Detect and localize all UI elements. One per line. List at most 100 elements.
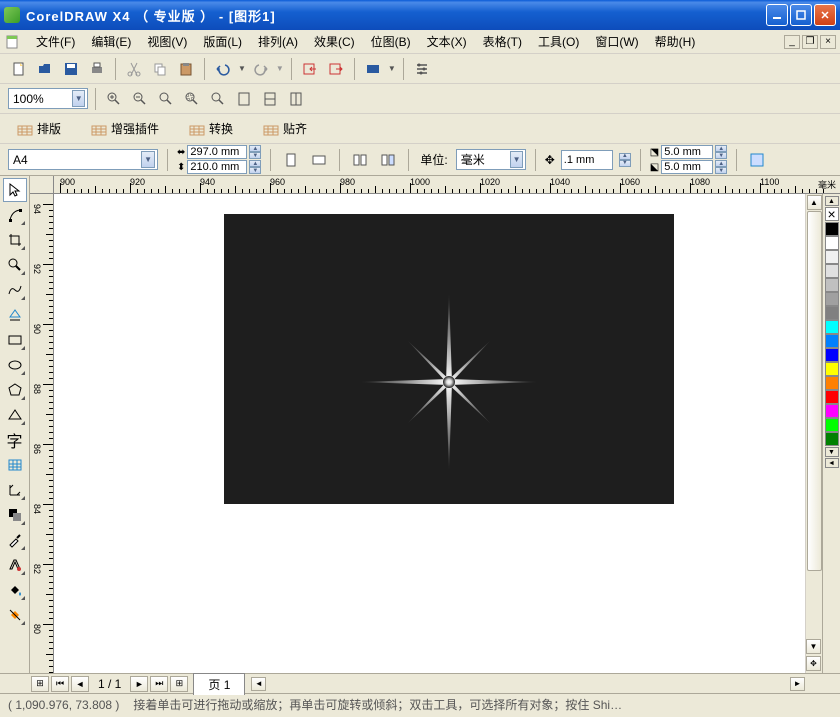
paste-button[interactable] [175, 58, 197, 80]
basic-shapes-tool[interactable] [3, 403, 27, 427]
ruler-origin[interactable] [30, 176, 54, 194]
spin-up[interactable]: ▲ [715, 160, 727, 167]
color-swatch[interactable] [825, 292, 839, 306]
color-swatch[interactable] [825, 306, 839, 320]
undo-button[interactable] [212, 58, 234, 80]
pagesize-combo[interactable]: ▼ [8, 149, 158, 170]
color-swatch[interactable] [825, 390, 839, 404]
export-button[interactable] [325, 58, 347, 80]
color-swatch[interactable] [825, 404, 839, 418]
color-swatch[interactable] [825, 348, 839, 362]
spin-down[interactable]: ▼ [249, 167, 261, 174]
menu-item[interactable]: 版面(L) [195, 31, 250, 52]
outline-tool[interactable] [3, 553, 27, 577]
options-icon[interactable] [746, 149, 768, 171]
ruler-horizontal[interactable]: 毫米 9009209409609801000102010401060108011… [54, 176, 840, 194]
mdi-minimize-button[interactable]: _ [784, 35, 800, 49]
nudge-input[interactable] [561, 150, 613, 170]
page-tab[interactable]: 页 1 [193, 673, 245, 695]
zoom-width-button[interactable] [259, 88, 281, 110]
color-swatch[interactable] [825, 320, 839, 334]
plugin-button[interactable]: 排版 [8, 117, 70, 140]
freehand-tool[interactable] [3, 278, 27, 302]
copy-button[interactable] [149, 58, 171, 80]
import-button[interactable] [299, 58, 321, 80]
zoom-selection-button[interactable] [181, 88, 203, 110]
current-page-button[interactable] [377, 149, 399, 171]
vertical-scrollbar[interactable]: ▲ ▼ ✥ [805, 194, 822, 673]
close-button[interactable] [814, 4, 836, 26]
interactive-fill-tool[interactable] [3, 603, 27, 627]
zoom-fit-button[interactable] [207, 88, 229, 110]
menu-item[interactable]: 效果(C) [306, 31, 363, 52]
table-tool[interactable] [3, 453, 27, 477]
color-swatch[interactable] [825, 362, 839, 376]
spin-up[interactable]: ▲ [249, 145, 261, 152]
mdi-restore-button[interactable]: ❐ [802, 35, 818, 49]
drawing-object[interactable] [224, 214, 674, 504]
ellipse-tool[interactable] [3, 353, 27, 377]
landscape-button[interactable] [308, 149, 330, 171]
all-pages-button[interactable] [349, 149, 371, 171]
open-button[interactable] [34, 58, 56, 80]
first-page-button[interactable]: ⏮ [51, 676, 69, 692]
menu-item[interactable]: 表格(T) [475, 31, 530, 52]
star-flare-object[interactable] [339, 272, 559, 492]
spin-up[interactable]: ▲ [715, 145, 727, 152]
mdi-close-button[interactable]: × [820, 35, 836, 49]
page-width-input[interactable] [187, 145, 247, 159]
plugin-button[interactable]: 增强插件 [82, 117, 168, 140]
next-page-button[interactable]: ► [130, 676, 148, 692]
interactive-tool[interactable] [3, 503, 27, 527]
scroll-right-button[interactable]: ► [790, 677, 805, 691]
pick-tool[interactable] [3, 178, 27, 202]
color-swatch[interactable] [825, 418, 839, 432]
page-height-input[interactable] [187, 160, 247, 174]
color-swatch[interactable] [825, 250, 839, 264]
menu-item[interactable]: 排列(A) [250, 31, 306, 52]
crop-tool[interactable] [3, 228, 27, 252]
menu-item[interactable]: 编辑(E) [83, 31, 139, 52]
smart-drawing-tool[interactable] [3, 303, 27, 327]
text-tool[interactable]: 字 [3, 428, 27, 452]
menu-item[interactable]: 帮助(H) [647, 31, 704, 52]
menu-item[interactable]: 文本(X) [419, 31, 475, 52]
print-button[interactable] [86, 58, 108, 80]
spin-up[interactable]: ▲ [249, 160, 261, 167]
eyedropper-tool[interactable] [3, 528, 27, 552]
zoom-onetoone-button[interactable] [155, 88, 177, 110]
color-swatch[interactable] [825, 334, 839, 348]
maximize-button[interactable] [790, 4, 812, 26]
menu-item[interactable]: 工具(O) [530, 31, 587, 52]
pan-button[interactable]: ✥ [806, 656, 821, 671]
add-page-button[interactable]: ⊞ [31, 676, 49, 692]
canvas[interactable] [54, 194, 805, 673]
dupx-input[interactable] [661, 145, 713, 159]
fill-tool[interactable] [3, 578, 27, 602]
no-fill-swatch[interactable] [825, 207, 839, 221]
spin-down[interactable]: ▼ [715, 152, 727, 159]
plugin-button[interactable]: 转换 [180, 117, 242, 140]
menu-item[interactable]: 位图(B) [363, 31, 419, 52]
zoom-height-button[interactable] [285, 88, 307, 110]
minimize-button[interactable] [766, 4, 788, 26]
zoom-out-button[interactable] [129, 88, 151, 110]
spin-down[interactable]: ▼ [619, 160, 631, 167]
color-swatch[interactable] [825, 264, 839, 278]
color-swatch[interactable] [825, 222, 839, 236]
new-button[interactable] [8, 58, 30, 80]
plugin-button[interactable]: 贴齐 [254, 117, 316, 140]
spin-down[interactable]: ▼ [715, 167, 727, 174]
spin-up[interactable]: ▲ [619, 153, 631, 160]
redo-button[interactable] [250, 58, 272, 80]
zoom-input[interactable] [13, 92, 72, 106]
zoom-tool[interactable] [3, 253, 27, 277]
dimension-tool[interactable] [3, 478, 27, 502]
menu-item[interactable]: 视图(V) [139, 31, 195, 52]
shape-tool[interactable] [3, 203, 27, 227]
unit-combo[interactable]: ▼ [456, 149, 526, 170]
unit-input[interactable] [461, 153, 511, 167]
spin-down[interactable]: ▼ [249, 152, 261, 159]
pagesize-input[interactable] [13, 153, 141, 167]
dupy-input[interactable] [661, 160, 713, 174]
